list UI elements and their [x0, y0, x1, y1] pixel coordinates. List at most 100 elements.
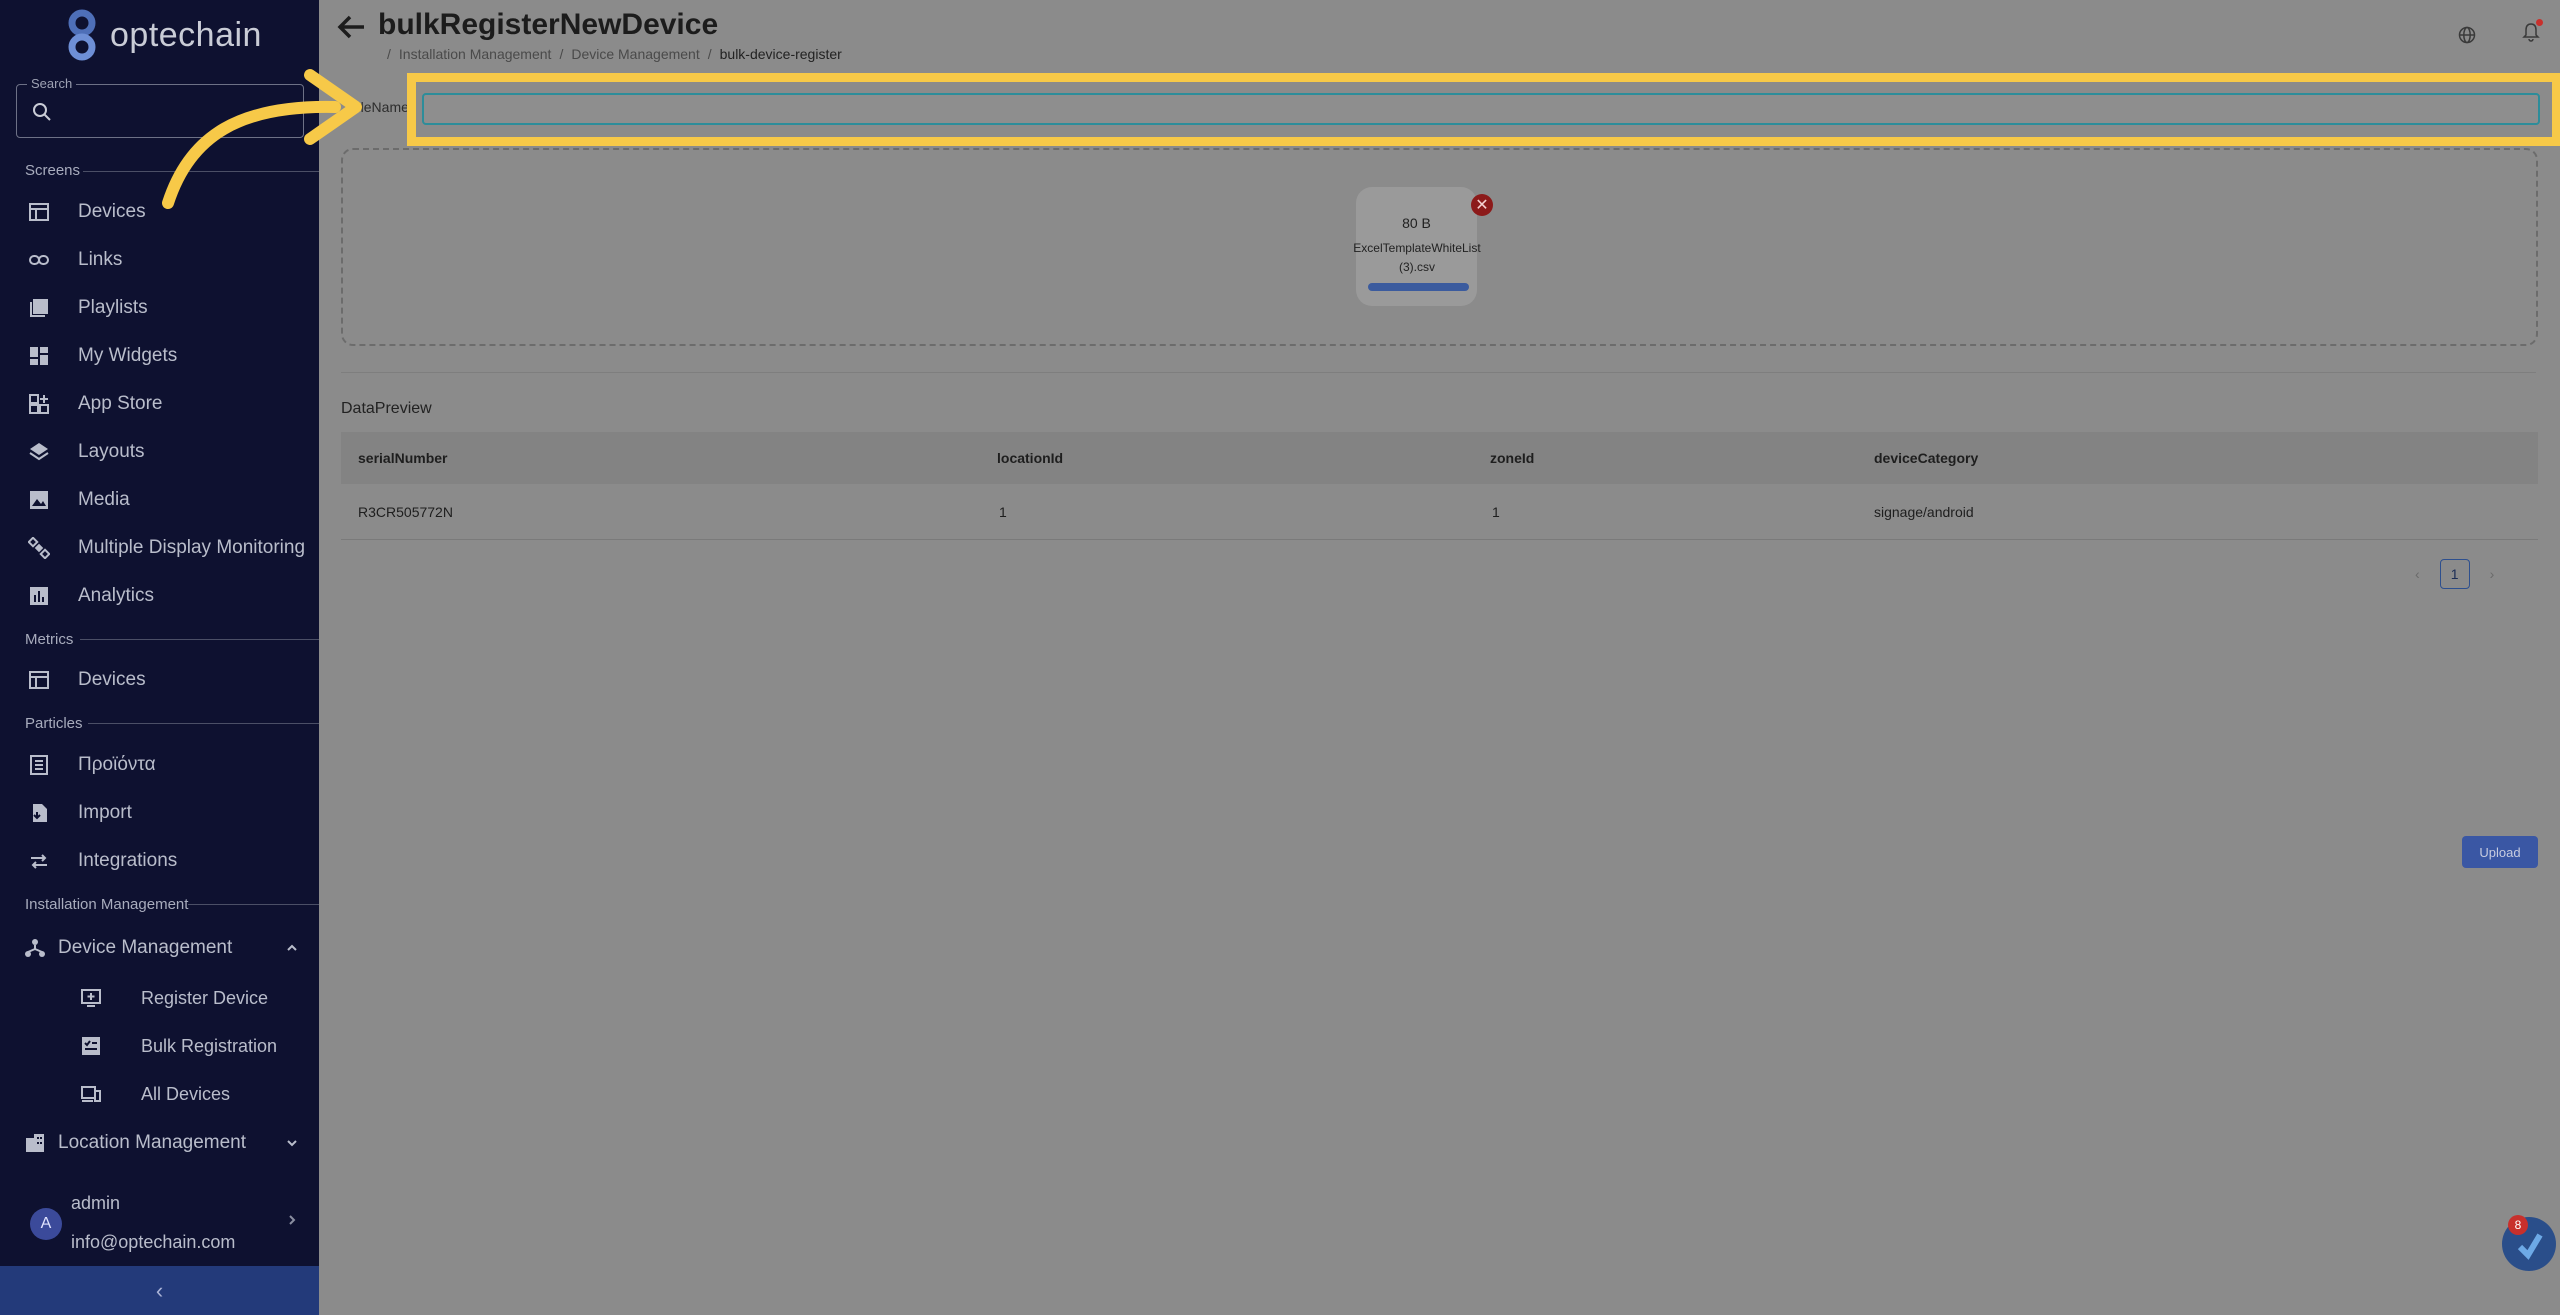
sidebar-item-media[interactable]: Media [0, 478, 319, 522]
uploaded-file-card: 80 B ExcelTemplateWhiteList (3).csv [1353, 187, 1481, 306]
chevron-down-icon [287, 1140, 297, 1147]
sidebar-item-location-management[interactable]: Location Management [0, 1121, 319, 1165]
filename-input[interactable] [422, 93, 2540, 125]
sidebar-item-register-device[interactable]: Register Device [0, 976, 319, 1020]
sidebar-item-analytics[interactable]: Analytics [0, 574, 319, 618]
sidebar-item-integrations[interactable]: Integrations [0, 839, 319, 883]
next-page-button[interactable]: › [2490, 566, 2495, 582]
notifications-button[interactable] [2522, 19, 2543, 47]
sidebar-item-multiple-display-monitoring[interactable]: Multiple Display Monitoring [0, 526, 319, 570]
sidebar-item-label: My Widgets [78, 345, 178, 366]
sidebar-item-app-store[interactable]: App Store [0, 382, 319, 426]
sidebar-item-links[interactable]: Links [0, 238, 319, 282]
sidebar-item-products[interactable]: Προϊόντα [0, 743, 319, 787]
file-progress-bar [1368, 283, 1469, 291]
table-cell: 1 [1492, 503, 1500, 520]
section-installation-management: Installation Management [25, 896, 189, 913]
breadcrumb-separator: / [387, 46, 391, 62]
search-icon [33, 103, 51, 121]
collapse-sidebar-button[interactable]: ‹ [0, 1266, 319, 1315]
sidebar-item-label: Import [78, 802, 132, 823]
column-header[interactable]: deviceCategory [1874, 450, 1978, 466]
sidebar-item-bulk-registration[interactable]: Bulk Registration [0, 1024, 319, 1068]
file-name: ExcelTemplateWhiteList (3).csv [1353, 241, 1481, 274]
section-metrics: Metrics [25, 631, 74, 648]
section-divider [188, 904, 319, 905]
section-divider [341, 372, 2536, 373]
table-cell: 1 [999, 503, 1007, 520]
breadcrumb-separator: / [707, 46, 712, 62]
file-size: 80 B [1402, 215, 1431, 231]
data-preview-table: serialNumber locationId zoneId deviceCat… [341, 432, 2538, 540]
column-header[interactable]: serialNumber [358, 450, 447, 466]
table-cell: signage/android [1874, 503, 1974, 520]
sidebar-item-import[interactable]: Import [0, 791, 319, 835]
close-icon: ✕ [1475, 197, 1489, 214]
column-header[interactable]: zoneId [1490, 450, 1534, 466]
page-title: bulkRegisterNewDevice [378, 8, 719, 41]
upload-button[interactable]: Upload [2462, 836, 2538, 868]
sidebar-search[interactable]: Search [16, 76, 304, 138]
hub-icon [25, 939, 45, 957]
prev-page-button[interactable]: ‹ [2415, 566, 2420, 582]
sidebar-item-device-management[interactable]: Device Management [0, 926, 319, 970]
breadcrumb-current: bulk-device-register [719, 46, 842, 62]
sidebar-item-devices[interactable]: Devices [0, 190, 319, 234]
chevron-up-icon [287, 944, 297, 951]
sidebar-item-label: Device Management [58, 937, 233, 958]
sidebar-item-label: Playlists [78, 297, 148, 318]
table-header: serialNumber locationId zoneId deviceCat… [341, 432, 2538, 484]
sidebar-item-label: Layouts [78, 441, 145, 462]
receipt-icon [30, 755, 48, 775]
user-profile[interactable]: A admin info@optechain.com [0, 1180, 319, 1260]
page-number-button[interactable]: 1 [2439, 559, 2470, 589]
back-arrow-icon[interactable] [336, 14, 366, 40]
breadcrumb-link[interactable]: Device Management [571, 46, 699, 62]
sidebar-item-label: All Devices [141, 1083, 231, 1104]
sidebar-item-layouts[interactable]: Layouts [0, 430, 319, 474]
chevron-right-icon [289, 1215, 296, 1225]
filename-label: FileName [349, 99, 409, 115]
section-screens: Screens [25, 162, 81, 179]
link-icon [29, 255, 49, 265]
user-email: info@optechain.com [71, 1232, 236, 1252]
breadcrumb: / Installation Management / Device Manag… [387, 46, 842, 62]
optechain-logo-icon [68, 9, 96, 61]
import-icon [33, 804, 47, 822]
building-icon [26, 1134, 44, 1152]
search-label: Search [27, 76, 77, 91]
column-header[interactable]: locationId [997, 450, 1063, 466]
globe-icon[interactable] [2458, 26, 2476, 44]
sidebar-item-playlists[interactable]: Playlists [0, 286, 319, 330]
monitor-add-icon [81, 989, 101, 1007]
sidebar-item-label: Integrations [78, 850, 178, 871]
sidebar-item-my-widgets[interactable]: My Widgets [0, 334, 319, 378]
checklist-icon [82, 1037, 100, 1055]
pagination: ‹ 1 › [2415, 559, 2494, 589]
data-preview-title: DataPreview [341, 400, 432, 417]
remove-file-button[interactable]: ✕ [1471, 194, 1493, 216]
sidebar-item-metrics-devices[interactable]: Devices [0, 658, 319, 702]
app-store-icon [29, 394, 49, 414]
sidebar-item-label: Analytics [78, 585, 155, 606]
section-divider [83, 171, 319, 172]
sidebar-item-label: Multiple Display Monitoring [78, 537, 306, 558]
breadcrumb-link[interactable]: Installation Management [399, 46, 552, 62]
section-particles: Particles [25, 715, 83, 732]
dashboard-icon [30, 347, 48, 365]
avatar: A [30, 1208, 62, 1240]
sidebar-item-label: Devices [78, 669, 146, 690]
sidebar-item-label: Links [78, 249, 123, 270]
analytics-icon [30, 587, 48, 605]
satellite-icon [28, 537, 50, 559]
table-cell: R3CR505772N [358, 503, 453, 520]
user-name: admin [71, 1193, 121, 1213]
section-divider [80, 639, 319, 640]
sidebar-item-label: Bulk Registration [141, 1035, 278, 1056]
sidebar-item-label: Media [78, 489, 130, 510]
sidebar-item-label: Devices [78, 201, 146, 222]
sidebar-item-all-devices[interactable]: All Devices [0, 1072, 319, 1116]
app-logo[interactable]: optechain [60, 6, 262, 64]
notification-dot [2536, 19, 2543, 26]
help-badge: 8 [2508, 1215, 2528, 1235]
